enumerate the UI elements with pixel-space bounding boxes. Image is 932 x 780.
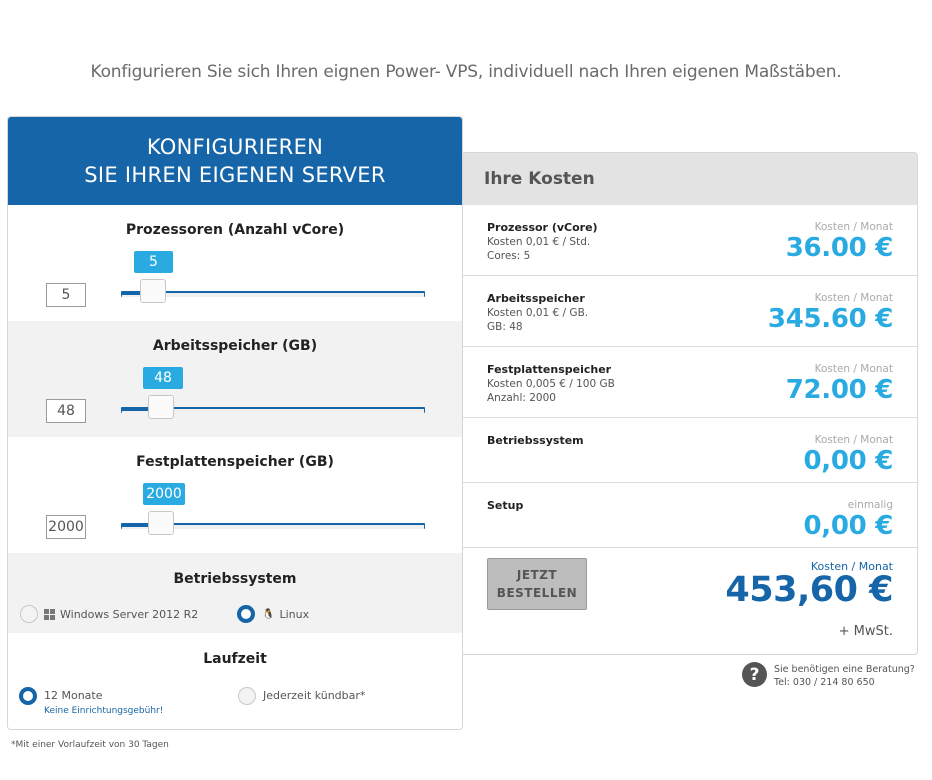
windows-icon [44, 609, 55, 620]
cost-title: Festplattenspeicher [487, 363, 612, 376]
cost-detail: Cores: 5 [487, 250, 531, 262]
help-line-1: Sie benötigen eine Beratung? [774, 664, 915, 675]
ram-value-input[interactable]: 48 [46, 399, 86, 423]
cost-detail: Anzahl: 2000 [487, 392, 556, 404]
no-setup-fee-note: Keine Einrichtungsgebühr! [44, 706, 164, 716]
cost-row-setup: Setup einmalig 0,00 € [463, 483, 917, 548]
cpu-slider-track[interactable] [121, 291, 425, 297]
header-line-2: SIE IHREN EIGENEN SERVER [84, 163, 386, 187]
cost-row-ram: Arbeitsspeicher Kosten 0,01 € / GB. GB: … [463, 276, 917, 347]
cost-amount: 72.00 € [785, 375, 894, 405]
os-linux-radio[interactable] [237, 605, 255, 623]
help-text: Sie benötigen eine Beratung? Tel: 030 / … [774, 662, 915, 689]
term-12-months-label[interactable]: 12 Monate [44, 689, 103, 702]
cost-row-disk: Festplattenspeicher Kosten 0,005 € / 100… [463, 347, 917, 418]
os-section: Betriebssystem Windows Server 2012 R2 🐧 … [8, 553, 462, 633]
question-icon: ? [742, 662, 767, 687]
page: Konfigurieren Sie sich Ihren eignen Powe… [0, 0, 932, 780]
term-12-months-radio[interactable] [19, 687, 37, 705]
ram-title: Arbeitsspeicher (GB) [152, 338, 318, 354]
disk-section: Festplattenspeicher (GB) 2000 2000 [8, 437, 462, 553]
total-amount: 453,60 € [725, 570, 893, 610]
os-windows-label: Windows Server 2012 R2 [60, 608, 199, 621]
help-line-2: Tel: 030 / 214 80 650 [774, 677, 875, 688]
cpu-value-bubble: 5 [134, 251, 173, 273]
linux-icon: 🐧 [262, 609, 275, 620]
cost-detail: GB: 48 [487, 321, 523, 333]
cost-detail: Kosten 0,01 € / Std. [487, 236, 591, 248]
cost-title: Prozessor (vCore) [487, 221, 598, 234]
cost-amount: 0,00 € [803, 446, 894, 476]
os-windows-option[interactable]: Windows Server 2012 R2 [44, 608, 198, 621]
cpu-section: Prozessoren (Anzahl vCore) 5 5 [8, 205, 462, 321]
total-row: JETZT BESTELLEN Kosten / Monat 453,60 € … [463, 548, 917, 654]
term-cancel-anytime-radio[interactable] [238, 687, 256, 705]
configurator-header: KONFIGURIEREN SIE IHREN EIGENEN SERVER [8, 117, 462, 205]
cost-period: Kosten / Monat [814, 434, 893, 446]
term-section: Laufzeit 12 Monate Keine Einrichtungsgeb… [8, 633, 462, 729]
os-title: Betriebssystem [173, 571, 297, 587]
cpu-slider-handle[interactable] [140, 279, 166, 303]
term-cancel-anytime-label[interactable]: Jederzeit kündbar* [263, 689, 365, 702]
cost-amount: 0,00 € [803, 511, 894, 541]
footnote: *Mit einer Vorlaufzeit von 30 Tagen [11, 740, 169, 750]
cost-amount: 36.00 € [785, 233, 894, 263]
cost-detail: Kosten 0,01 € / GB. [487, 307, 589, 319]
ram-slider-handle[interactable] [148, 395, 174, 419]
ram-value-bubble: 48 [143, 367, 183, 389]
order-now-button[interactable]: JETZT BESTELLEN [487, 558, 587, 610]
cost-title: Arbeitsspeicher [487, 292, 585, 305]
intro-text: Konfigurieren Sie sich Ihren eignen Powe… [90, 62, 842, 82]
ram-slider-fill [122, 407, 150, 411]
cost-period: Kosten / Monat [814, 221, 893, 233]
order-button-line-2: BESTELLEN [496, 586, 578, 600]
disk-value-bubble: 2000 [143, 483, 185, 505]
cost-period: einmalig [847, 499, 893, 511]
cpu-title: Prozessoren (Anzahl vCore) [125, 222, 345, 238]
cost-row-cpu: Prozessor (vCore) Kosten 0,01 € / Std. C… [463, 205, 917, 276]
cost-row-os: Betriebssystem Kosten / Monat 0,00 € [463, 418, 917, 483]
disk-slider-fill [122, 523, 150, 527]
order-button-line-1: JETZT [516, 568, 558, 582]
cpu-value-input[interactable]: 5 [46, 283, 86, 307]
cost-title: Betriebssystem [487, 434, 584, 447]
os-linux-option[interactable]: 🐧 Linux [262, 608, 309, 621]
cost-summary: Ihre Kosten Prozessor (vCore) Kosten 0,0… [462, 152, 918, 655]
disk-value-input[interactable]: 2000 [46, 515, 86, 539]
cost-detail: Kosten 0,005 € / 100 GB [487, 378, 615, 390]
os-linux-label: Linux [279, 608, 310, 621]
cost-period: Kosten / Monat [814, 363, 893, 375]
ram-section: Arbeitsspeicher (GB) 48 48 [8, 321, 462, 437]
cost-title: Setup [487, 499, 524, 512]
cost-period: Kosten / Monat [814, 292, 893, 304]
help-contact: ? Sie benötigen eine Beratung? Tel: 030 … [742, 662, 915, 689]
term-title: Laufzeit [203, 651, 267, 667]
server-configurator: KONFIGURIEREN SIE IHREN EIGENEN SERVER P… [7, 116, 463, 730]
cost-header: Ihre Kosten [463, 153, 917, 205]
disk-title: Festplattenspeicher (GB) [136, 454, 334, 470]
cost-amount: 345.60 € [767, 304, 893, 334]
os-windows-radio[interactable] [20, 605, 38, 623]
tax-note: + MwSt. [838, 624, 893, 639]
cpu-slider-fill [122, 291, 141, 295]
disk-slider-handle[interactable] [148, 511, 174, 535]
header-line-1: KONFIGURIEREN [146, 135, 324, 159]
